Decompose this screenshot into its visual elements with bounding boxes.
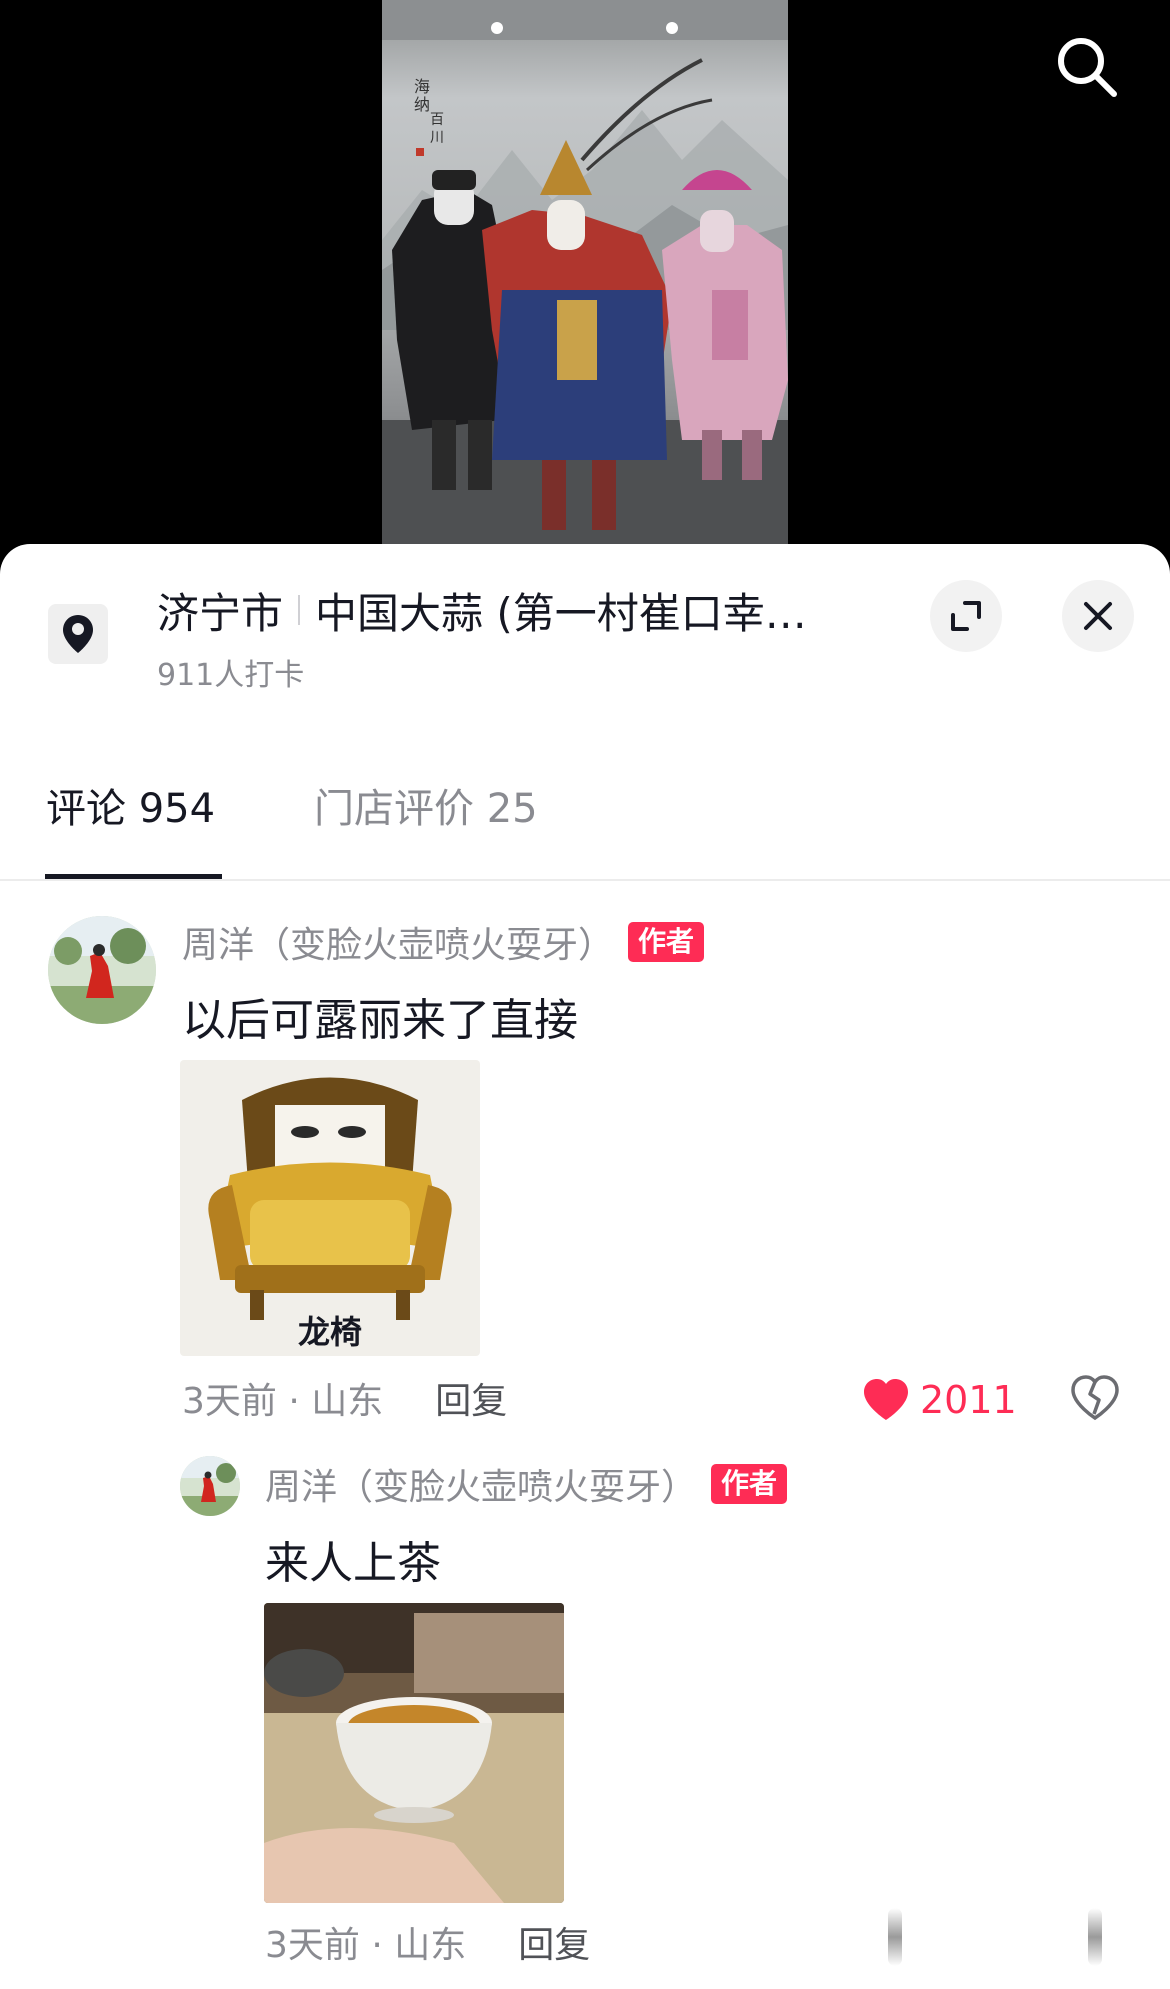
title-separator	[298, 595, 301, 625]
avatar-image	[180, 1456, 240, 1516]
checkin-count: 911人打卡	[157, 658, 305, 693]
avatar-image	[48, 916, 156, 1024]
scroll-hint	[888, 1908, 902, 1966]
comment-text: 以后可露丽来了直接	[182, 995, 578, 1046]
comment-author-row: 周洋（变脸火壶喷火耍牙） 作者	[182, 916, 705, 968]
svg-text:海: 海	[414, 77, 430, 96]
svg-text:川: 川	[430, 130, 444, 146]
close-button[interactable]	[1062, 580, 1134, 652]
location-icon-box	[48, 604, 108, 664]
comment-image-tea[interactable]	[264, 1603, 564, 1903]
like-button[interactable]: 2011	[862, 1372, 1017, 1428]
tea-cup-image	[264, 1603, 564, 1903]
reply-text: 来人上茶	[265, 1538, 441, 1589]
tab-comments[interactable]: 评论 954	[46, 776, 215, 834]
location-place: 中国大蒜 (第一村崔口幸…	[315, 588, 807, 638]
app-root: 海 纳 百 川 济宁市 中国大蒜 (第一村崔口幸… 911人打卡 评论 954 …	[0, 0, 1170, 1989]
location-pin-icon	[63, 615, 93, 653]
broken-heart-icon	[1071, 1375, 1119, 1421]
reply-button[interactable]: 回复	[518, 1916, 590, 1968]
dislike-button[interactable]	[1070, 1374, 1120, 1426]
comment-meta-row: 3天前 · 山东 回复	[182, 1370, 507, 1426]
reply-meta-row: 3天前 · 山东 回复	[265, 1914, 590, 1970]
like-count: 2011	[920, 1378, 1017, 1422]
video-thumbnail[interactable]: 海 纳 百 川	[382, 0, 788, 545]
sticker-caption: 龙椅	[298, 1313, 362, 1351]
location-city: 济宁市	[157, 588, 284, 638]
reply-button[interactable]: 回复	[435, 1372, 507, 1424]
comment-author-name[interactable]: 周洋（变脸火壶喷火耍牙）	[182, 916, 614, 968]
video-scene-illustration: 海 纳 百 川	[382, 0, 788, 545]
tab-bar: 评论 954 门店评价 25	[0, 764, 1170, 864]
heart-icon	[864, 1379, 908, 1420]
comment-image-throne[interactable]: 龙椅	[180, 1060, 480, 1356]
svg-text:纳: 纳	[414, 95, 430, 114]
svg-text:百: 百	[430, 112, 444, 128]
reply-time-region: 3天前 · 山东	[265, 1925, 467, 1966]
search-button[interactable]	[1052, 32, 1122, 102]
avatar[interactable]	[48, 916, 156, 1024]
reply-author-name[interactable]: 周洋（变脸火壶喷火耍牙）	[265, 1458, 697, 1510]
expand-button[interactable]	[930, 580, 1002, 652]
reply-author-row: 周洋（变脸火壶喷火耍牙） 作者	[265, 1458, 788, 1510]
comment-sheet: 济宁市 中国大蒜 (第一村崔口幸… 911人打卡 评论 954 门店评价 25	[0, 544, 1170, 1989]
scroll-hint	[1088, 1908, 1102, 1966]
throne-sticker-image: 龙椅	[180, 1060, 480, 1356]
video-area[interactable]: 海 纳 百 川	[0, 0, 1170, 560]
author-badge: 作者	[628, 922, 705, 962]
close-icon	[1084, 602, 1112, 630]
expand-icon	[951, 601, 981, 631]
location-title[interactable]: 济宁市 中国大蒜 (第一村崔口幸…	[157, 582, 857, 638]
comment-time-region: 3天前 · 山东	[182, 1381, 384, 1422]
tabs-divider	[0, 879, 1170, 881]
search-icon	[1058, 38, 1117, 97]
author-badge: 作者	[711, 1464, 788, 1504]
avatar[interactable]	[180, 1456, 240, 1516]
tab-store-reviews[interactable]: 门店评价 25	[314, 776, 538, 834]
